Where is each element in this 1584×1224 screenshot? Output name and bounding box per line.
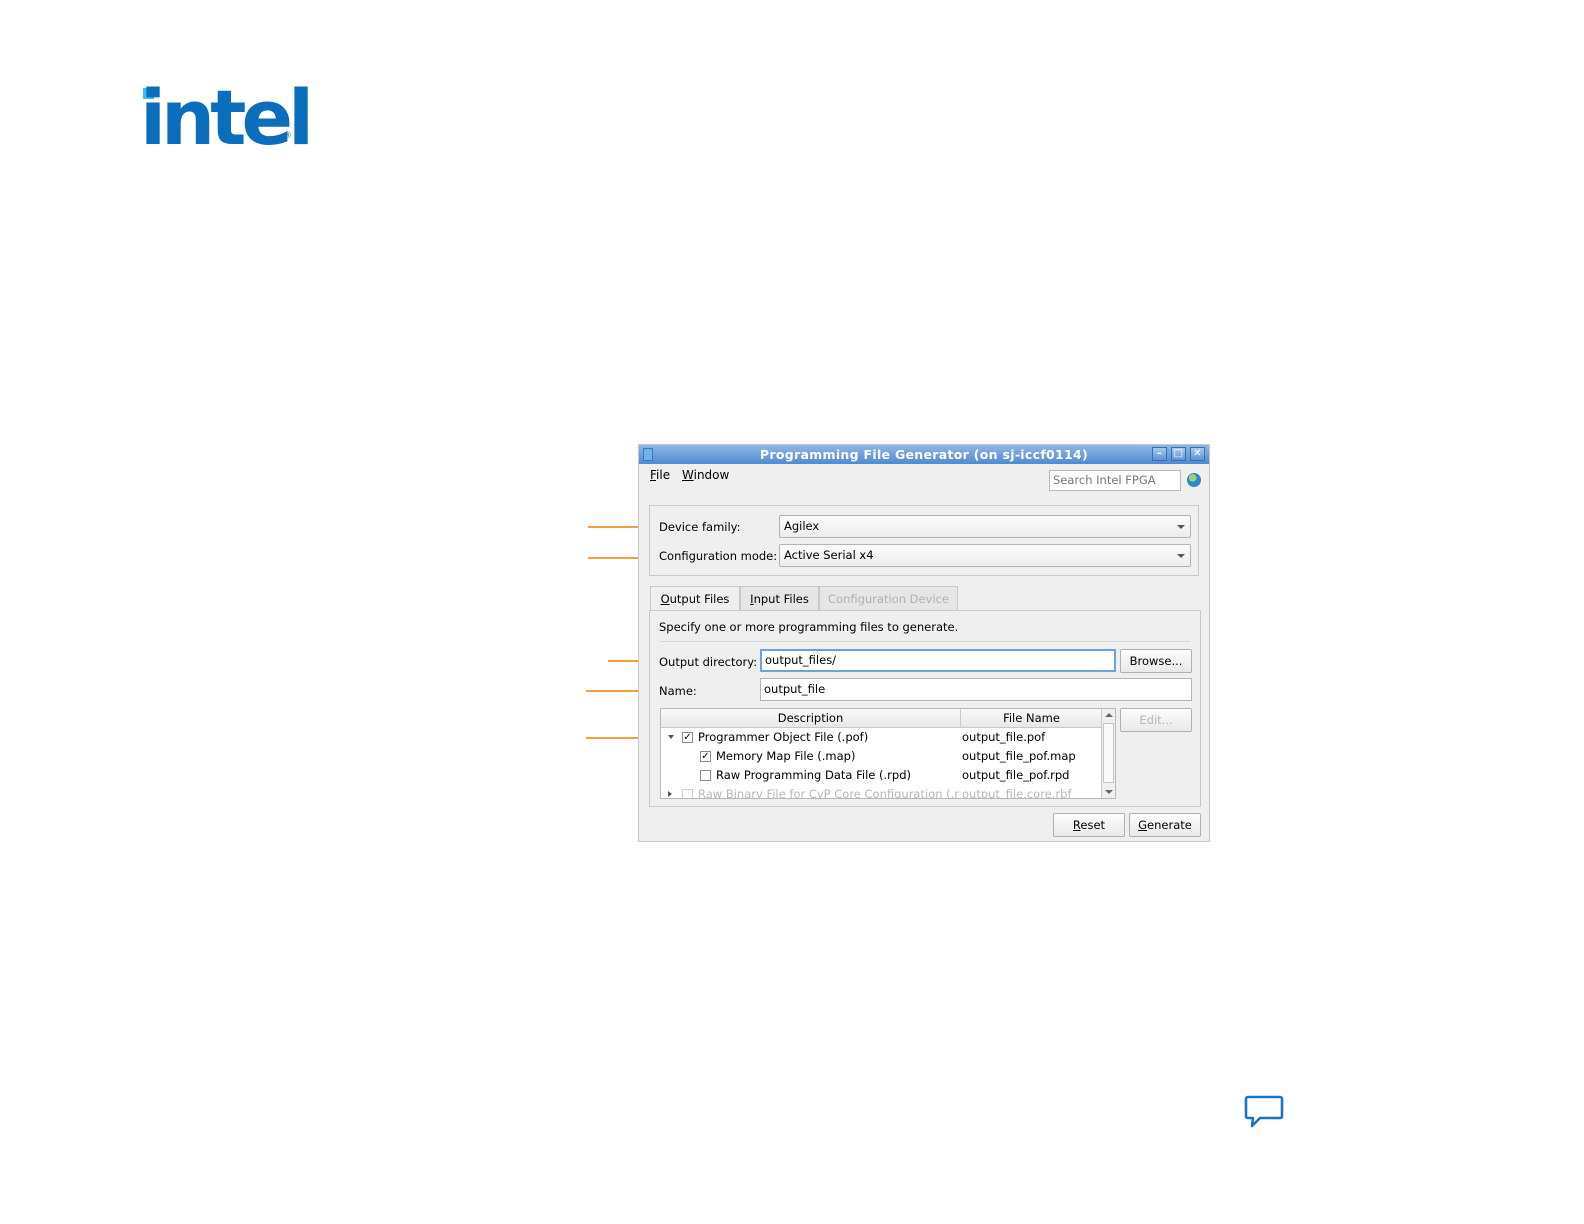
- menu-window[interactable]: Window: [682, 468, 729, 482]
- tab-input-files[interactable]: Input Files: [740, 586, 819, 610]
- scroll-down-icon[interactable]: [1105, 790, 1113, 794]
- row-file-name: output_file_pof.map: [962, 749, 1076, 763]
- checkbox-unchecked[interactable]: [682, 789, 693, 798]
- device-family-dropdown[interactable]: Agilex: [779, 515, 1191, 538]
- browse-button[interactable]: Browse...: [1120, 649, 1192, 673]
- row-description: Memory Map File (.map): [716, 749, 856, 763]
- table-row[interactable]: Raw Binary File for CvP Core Configurati…: [661, 785, 1101, 799]
- edit-button: Edit...: [1120, 708, 1192, 732]
- minimize-icon[interactable]: –: [1152, 447, 1167, 461]
- row-file-name: output_file.core.rbf: [962, 787, 1072, 799]
- name-input[interactable]: output_file: [760, 678, 1192, 701]
- menu-file[interactable]: File: [650, 468, 670, 482]
- table-row[interactable]: ✓ Memory Map File (.map) output_file_pof…: [661, 747, 1101, 766]
- logo-wordmark: intel: [140, 73, 314, 162]
- expand-closed-icon[interactable]: [668, 791, 672, 797]
- window-titlebar[interactable]: Programming File Generator (on sj-iccf01…: [639, 445, 1209, 464]
- row-description: Raw Binary File for CvP Core Configurati…: [698, 787, 960, 799]
- configuration-mode-value: Active Serial x4: [784, 548, 874, 562]
- maximize-icon[interactable]: □: [1171, 447, 1186, 461]
- output-directory-label: Output directory:: [659, 655, 758, 669]
- device-family-value: Agilex: [784, 519, 820, 533]
- scroll-up-icon[interactable]: [1105, 713, 1113, 717]
- configuration-mode-dropdown[interactable]: Active Serial x4: [779, 544, 1191, 567]
- output-files-panel: Specify one or more programming files to…: [649, 610, 1201, 807]
- output-directory-input[interactable]: output_files/: [760, 649, 1116, 672]
- column-header-description[interactable]: Description: [661, 709, 961, 728]
- logo-registered-mark: ®: [283, 131, 292, 141]
- row-description: Raw Programming Data File (.rpd): [716, 768, 911, 782]
- scroll-thumb[interactable]: [1103, 723, 1114, 783]
- search-input[interactable]: Search Intel FPGA: [1049, 470, 1181, 491]
- instructions-text: Specify one or more programming files to…: [659, 620, 959, 634]
- divider: [660, 641, 1190, 642]
- row-description: Programmer Object File (.pof): [698, 730, 869, 744]
- table-row[interactable]: ✓ Programmer Object File (.pof) output_f…: [661, 728, 1101, 747]
- device-family-label: Device family:: [659, 520, 741, 534]
- programming-file-generator-window: Programming File Generator (on sj-iccf01…: [638, 444, 1210, 842]
- checkbox-unchecked[interactable]: [700, 770, 711, 781]
- feedback-icon[interactable]: [1244, 1094, 1284, 1130]
- tab-output-files[interactable]: Output Files: [650, 586, 740, 611]
- chevron-down-icon: [1177, 554, 1185, 558]
- generate-button[interactable]: Generate: [1129, 813, 1201, 837]
- column-header-file-name[interactable]: File Name: [961, 709, 1103, 728]
- window-title: Programming File Generator (on sj-iccf01…: [759, 447, 1089, 462]
- row-file-name: output_file_pof.rpd: [962, 768, 1070, 782]
- expand-open-icon[interactable]: [668, 735, 674, 739]
- reset-button[interactable]: Reset: [1053, 813, 1125, 837]
- close-icon[interactable]: ✕: [1190, 447, 1205, 461]
- output-file-table: Description File Name ✓ Programmer Objec…: [660, 708, 1116, 799]
- intel-logo: intel ®: [140, 73, 314, 162]
- name-label: Name:: [659, 684, 697, 698]
- checkbox-checked[interactable]: ✓: [700, 751, 711, 762]
- chevron-down-icon: [1177, 525, 1185, 529]
- device-settings-group: Device family: Agilex Configuration mode…: [649, 505, 1199, 576]
- globe-icon[interactable]: [1187, 473, 1201, 487]
- tab-configuration-device: Configuration Device: [819, 586, 958, 610]
- row-file-name: output_file.pof: [962, 730, 1046, 744]
- configuration-mode-label: Configuration mode:: [659, 549, 778, 563]
- table-row[interactable]: Raw Programming Data File (.rpd) output_…: [661, 766, 1101, 785]
- vertical-scrollbar[interactable]: [1101, 709, 1115, 798]
- checkbox-checked[interactable]: ✓: [682, 732, 693, 743]
